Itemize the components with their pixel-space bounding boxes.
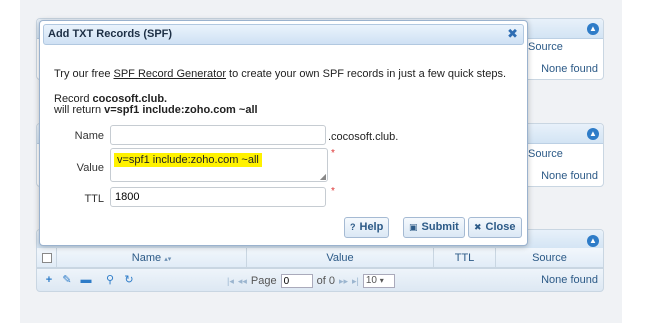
none-found-text: None found xyxy=(541,63,598,75)
intro-text: Try our free SPF Record Generator to cre… xyxy=(54,68,507,80)
resize-handle-icon[interactable]: ◢ xyxy=(320,172,326,181)
domain-suffix: .cocosoft.club. xyxy=(328,131,399,143)
of-pages-label: of 0 xyxy=(316,275,335,287)
select-all-cell xyxy=(37,248,57,267)
name-label: Name xyxy=(74,130,104,142)
none-found-text: None found xyxy=(541,170,598,182)
question-icon: ? xyxy=(350,222,356,232)
page-size-select[interactable]: 10 ▾ xyxy=(362,274,395,288)
column-source[interactable]: Source xyxy=(528,37,563,57)
collapse-icon[interactable]: ▲ xyxy=(587,23,599,35)
edit-icon[interactable]: ✎ xyxy=(61,274,73,286)
column-value[interactable]: Value xyxy=(247,248,434,267)
grid-footer: + ✎ ▬ ⚲ ↻ |◂ ◂◂ Page of 0 ▸▸ ▸| 10 ▾ Non… xyxy=(36,268,604,292)
value-label: Value xyxy=(76,162,104,174)
column-ttl[interactable]: TTL xyxy=(434,248,496,267)
ttl-label: TTL xyxy=(84,193,104,205)
prev-page-icon[interactable]: ◂◂ xyxy=(238,276,247,287)
page-input[interactable] xyxy=(280,274,313,288)
collapse-icon[interactable]: ▲ xyxy=(587,128,599,140)
column-source[interactable]: Source xyxy=(528,144,563,164)
submit-button[interactable]: ▣ Submit xyxy=(403,217,465,238)
save-icon: ▣ xyxy=(409,222,418,232)
value-text: v=spf1 include:zoho.com ~all xyxy=(114,153,262,167)
add-icon[interactable]: + xyxy=(43,274,55,286)
sort-icon: ▴▾ xyxy=(164,256,172,263)
dialog-title: Add TXT Records (SPF) xyxy=(48,28,173,40)
collapse-icon[interactable]: ▲ xyxy=(587,235,599,247)
grid-header: Name ▴▾ Value TTL Source xyxy=(36,248,604,268)
page-label: Page xyxy=(250,275,277,287)
dialog-titlebar[interactable]: Add TXT Records (SPF) ✖ xyxy=(43,24,524,45)
first-page-icon[interactable]: |◂ xyxy=(227,276,234,287)
column-name[interactable]: Name ▴▾ xyxy=(57,248,247,267)
ttl-field[interactable] xyxy=(110,187,326,207)
delete-icon[interactable]: ▬ xyxy=(80,274,92,286)
pager: |◂ ◂◂ Page of 0 ▸▸ ▸| 10 ▾ xyxy=(227,273,395,289)
select-all-checkbox[interactable] xyxy=(41,253,52,263)
help-button[interactable]: ? Help xyxy=(344,217,390,238)
page-left-strip xyxy=(0,0,20,323)
refresh-icon[interactable]: ↻ xyxy=(123,274,135,286)
column-source[interactable]: Source xyxy=(496,248,603,267)
record-info: Record cocosoft.club. will return v=spf1… xyxy=(54,93,258,116)
required-mark: * xyxy=(331,186,335,197)
record-value: v=spf1 include:zoho.com ~all xyxy=(104,104,258,116)
cancel-icon: ✖ xyxy=(474,222,482,232)
chevron-down-icon: ▾ xyxy=(379,276,384,285)
none-found-text: None found xyxy=(541,274,598,286)
spf-generator-link[interactable]: SPF Record Generator xyxy=(114,68,227,80)
next-page-icon[interactable]: ▸▸ xyxy=(339,276,348,287)
page-right-strip xyxy=(622,0,670,323)
search-icon[interactable]: ⚲ xyxy=(104,274,116,286)
name-field[interactable] xyxy=(110,125,326,145)
required-mark: * xyxy=(331,148,335,159)
add-txt-dialog: Add TXT Records (SPF) ✖ Try our free SPF… xyxy=(39,20,528,246)
last-page-icon[interactable]: ▸| xyxy=(352,276,359,287)
close-icon[interactable]: ✖ xyxy=(507,26,518,42)
value-field[interactable]: v=spf1 include:zoho.com ~all ◢ xyxy=(110,148,328,182)
close-button[interactable]: ✖ Close xyxy=(468,217,522,238)
